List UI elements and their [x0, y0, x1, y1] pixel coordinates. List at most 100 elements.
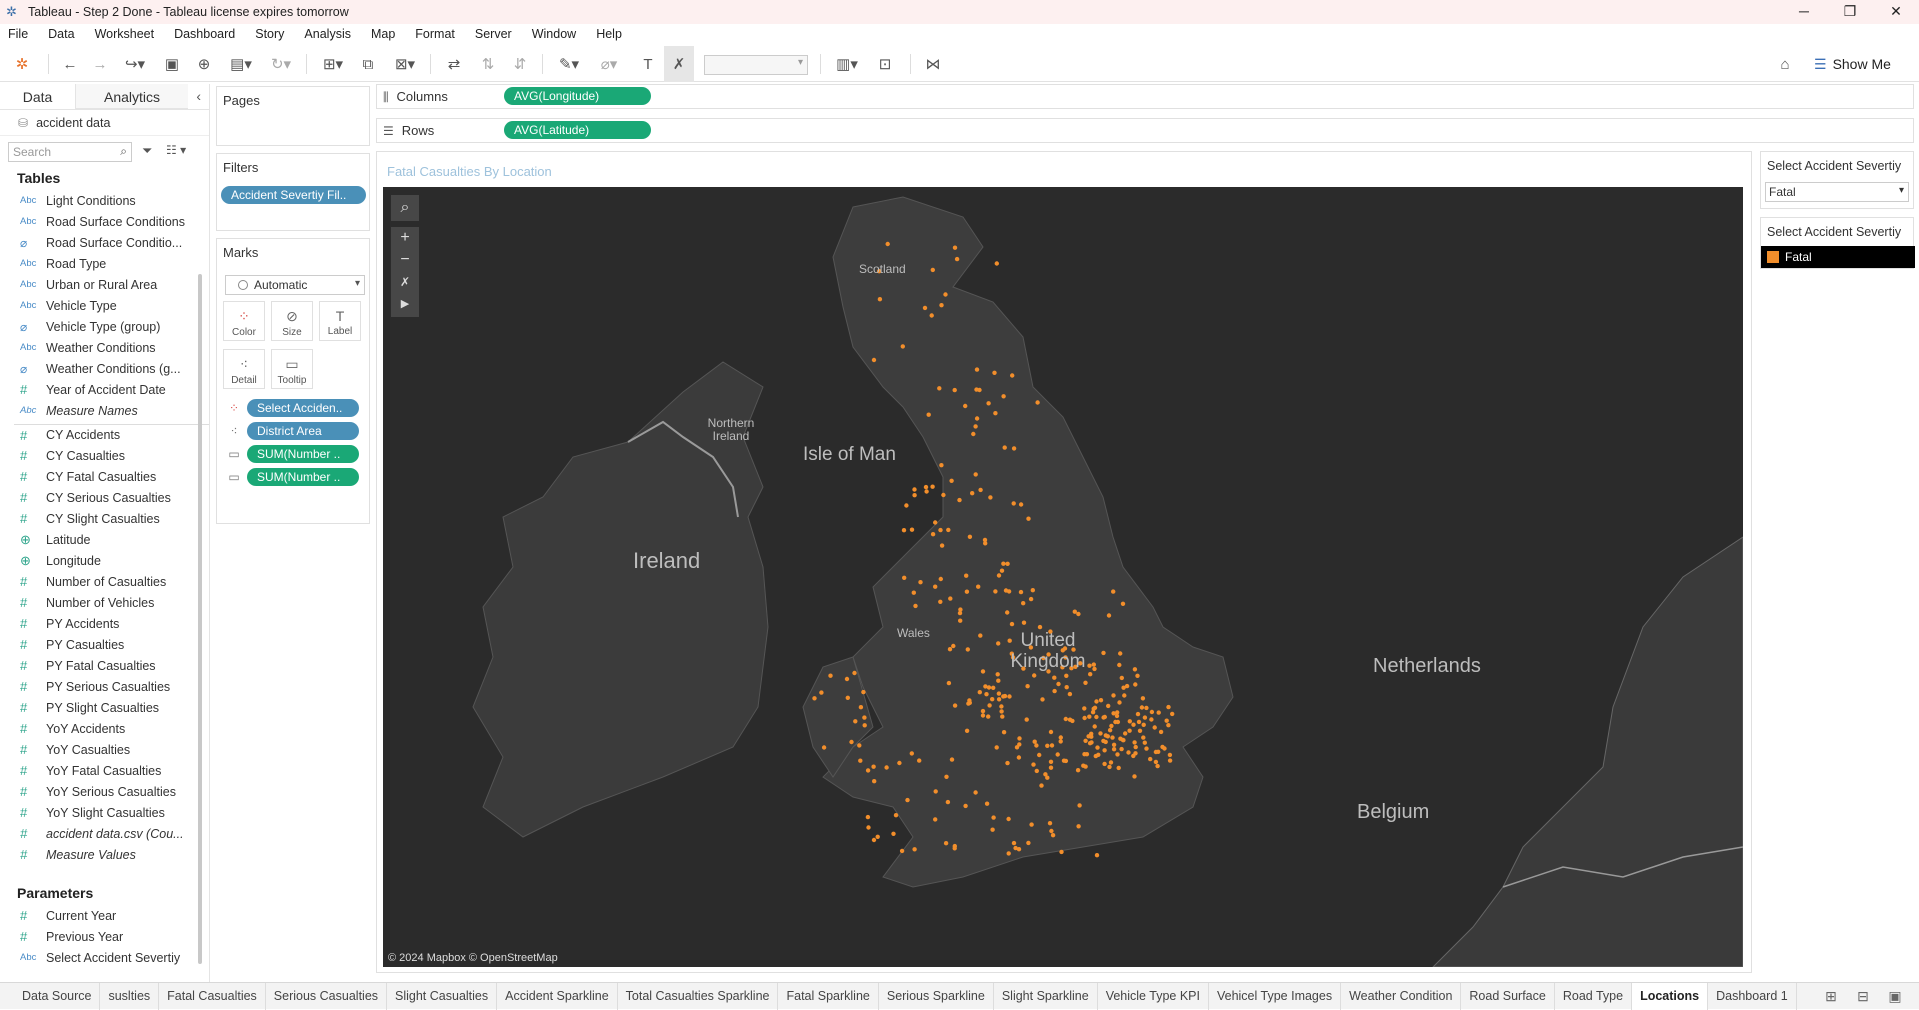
accident-point[interactable] [933, 520, 938, 525]
field-item[interactable]: Abc Weather Conditions [0, 337, 209, 358]
accident-point[interactable] [918, 580, 923, 585]
accident-point[interactable] [1160, 744, 1165, 750]
accident-point[interactable] [871, 357, 877, 363]
accident-point[interactable] [1010, 373, 1015, 378]
accident-point[interactable] [904, 503, 909, 508]
accident-point[interactable] [1056, 681, 1061, 687]
accident-point[interactable] [993, 411, 998, 416]
view-options-icon[interactable]: ☷ ▾ [166, 143, 186, 157]
sheet-tab[interactable]: Serious Casualties [266, 982, 388, 1010]
accident-point[interactable] [1140, 696, 1146, 701]
accident-point[interactable] [1092, 724, 1097, 729]
accident-point[interactable] [1070, 718, 1075, 724]
field-item[interactable]: # YoY Slight Casualties [0, 802, 209, 823]
accident-point[interactable] [1149, 717, 1154, 722]
rows-pill-latitude[interactable]: AVG(Latitude) [504, 121, 651, 139]
field-item[interactable]: # YoY Accidents [0, 718, 209, 739]
show-mark-labels-icon[interactable]: T [636, 46, 660, 82]
accident-point[interactable] [1017, 736, 1022, 741]
accident-point[interactable] [1093, 753, 1098, 759]
accident-point[interactable] [983, 684, 988, 689]
legend-item-fatal[interactable]: Fatal [1761, 246, 1915, 268]
accident-point[interactable] [999, 568, 1005, 573]
field-item[interactable]: Abc Road Surface Conditions [0, 211, 209, 232]
accident-point[interactable] [1119, 675, 1124, 681]
accident-point[interactable] [1126, 750, 1131, 755]
sheet-tab[interactable]: Road Surface [1461, 982, 1555, 1010]
accident-point[interactable] [1082, 706, 1087, 711]
accident-point[interactable] [911, 590, 916, 595]
field-item[interactable]: # YoY Serious Casualties [0, 781, 209, 802]
sheet-tab[interactable]: suslties [100, 982, 160, 1010]
marks-pill-sum-number-2[interactable]: SUM(Number .. [247, 468, 359, 486]
accident-point[interactable] [952, 703, 958, 708]
accident-point[interactable] [1016, 847, 1022, 852]
accident-point[interactable] [917, 758, 922, 763]
accident-point[interactable] [1063, 758, 1069, 764]
pages-card[interactable]: Pages [216, 86, 370, 146]
accident-point[interactable] [929, 313, 934, 318]
accident-point[interactable] [909, 527, 915, 532]
reset-map-button[interactable]: ✗ [391, 271, 419, 293]
menu-window[interactable]: Window [532, 27, 576, 41]
accident-point[interactable] [1127, 719, 1132, 724]
accident-point[interactable] [1120, 737, 1126, 743]
accident-point[interactable] [1045, 775, 1050, 780]
accident-point[interactable] [996, 697, 1002, 702]
accident-point[interactable] [1156, 749, 1161, 754]
accident-point[interactable] [992, 370, 997, 375]
accident-point[interactable] [938, 527, 943, 533]
accident-point[interactable] [933, 584, 938, 589]
accident-point[interactable] [900, 344, 905, 349]
detail-button[interactable]: ⁖ Detail [223, 349, 265, 389]
accident-point[interactable] [1034, 768, 1039, 774]
accident-point[interactable] [1141, 735, 1146, 740]
accident-point[interactable] [1131, 722, 1136, 727]
accident-point[interactable] [1132, 774, 1137, 779]
accident-point[interactable] [939, 543, 945, 548]
field-item[interactable]: Abc Vehicle Type [0, 295, 209, 316]
sort-descending-icon[interactable]: ⇵ [508, 46, 532, 82]
accident-point[interactable] [1153, 759, 1159, 765]
accident-point[interactable] [1084, 752, 1090, 757]
accident-point[interactable] [1016, 755, 1022, 760]
accident-point[interactable] [897, 760, 902, 766]
accident-point[interactable] [943, 292, 948, 297]
accident-point[interactable] [964, 728, 970, 733]
accident-point[interactable] [930, 267, 935, 273]
menu-analysis[interactable]: Analysis [304, 27, 351, 41]
undo-icon[interactable]: ← [58, 46, 82, 82]
accident-point[interactable] [1142, 715, 1148, 720]
accident-point[interactable] [1083, 680, 1088, 685]
accident-point[interactable] [875, 834, 880, 839]
accident-point[interactable] [862, 723, 867, 728]
accident-point[interactable] [1113, 719, 1118, 725]
accident-point[interactable] [1149, 709, 1155, 715]
zoom-out-button[interactable]: − [391, 249, 419, 271]
size-button[interactable]: ⊘ Size [271, 301, 313, 341]
accident-point[interactable] [1135, 711, 1141, 717]
accident-point[interactable] [996, 691, 1002, 696]
field-item[interactable]: # YoY Fatal Casualties [0, 760, 209, 781]
accident-point[interactable] [1111, 711, 1116, 716]
field-item[interactable]: # Year of Accident Date [0, 379, 209, 400]
field-item[interactable]: ⌀ Weather Conditions (g... [0, 358, 209, 379]
field-item[interactable]: # PY Slight Casualties [0, 697, 209, 718]
label-button[interactable]: T Label [319, 301, 361, 341]
accident-point[interactable] [978, 487, 983, 493]
accident-point[interactable] [984, 692, 989, 697]
sheet-tab[interactable]: Accident Sparkline [497, 982, 618, 1010]
collapse-pane-icon[interactable]: ‹ [196, 88, 201, 104]
field-item[interactable]: # Number of Casualties [0, 571, 209, 592]
accident-point[interactable] [980, 669, 986, 674]
accident-point[interactable] [949, 757, 955, 762]
close-icon[interactable]: ✕ [1873, 0, 1919, 24]
accident-point[interactable] [977, 387, 982, 393]
field-item[interactable]: # PY Serious Casualties [0, 676, 209, 697]
accident-point[interactable] [1011, 840, 1017, 846]
accident-point[interactable] [977, 690, 982, 695]
tooltip-button[interactable]: ▭ Tooltip [271, 349, 313, 389]
accident-point[interactable] [1034, 743, 1039, 748]
accident-point[interactable] [1118, 651, 1123, 656]
refresh-icon[interactable]: ↻▾ [264, 46, 298, 82]
